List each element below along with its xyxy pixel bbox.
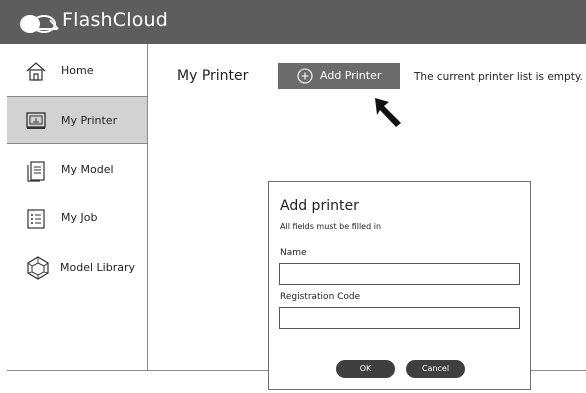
sidebar-item-home[interactable]: Home <box>7 48 147 96</box>
plus-circle-icon <box>297 68 313 84</box>
ok-button[interactable]: OK <box>336 360 395 378</box>
name-field-label: Name <box>280 248 307 258</box>
document-icon <box>27 161 45 182</box>
mouse-pointer-icon <box>375 98 401 127</box>
sidebar-item-my-model[interactable]: My Model <box>7 144 147 192</box>
dialog-subtitle: All fields must be filled in <box>280 222 382 231</box>
registration-code-field[interactable] <box>279 307 520 329</box>
printer-icon <box>26 112 46 129</box>
add-printer-dialog: Add printer All fields must be filled in… <box>268 181 531 390</box>
sidebar-item-my-job[interactable]: My Job <box>7 194 147 242</box>
registration-code-field-label: Registration Code <box>280 292 361 302</box>
list-icon <box>27 209 45 229</box>
sidebar-item-label: My Printer <box>61 114 118 127</box>
dialog-title: Add printer <box>280 198 359 214</box>
top-bar: FlashCloud <box>0 0 586 44</box>
sidebar-item-label: Home <box>61 64 94 77</box>
sidebar-item-label: Model Library <box>60 261 135 274</box>
home-icon <box>26 62 46 81</box>
add-printer-button[interactable]: Add Printer <box>278 63 400 89</box>
sidebar-item-my-printer[interactable]: My Printer <box>7 96 147 144</box>
app-title: FlashCloud <box>62 9 169 31</box>
sidebar-item-label: My Job <box>61 211 98 224</box>
sidebar-item-model-library[interactable]: Model Library <box>7 245 147 293</box>
cancel-button[interactable]: Cancel <box>406 360 465 378</box>
sidebar-item-label: My Model <box>61 163 114 176</box>
cloud-logo-icon <box>20 15 59 33</box>
sidebar: Home My Printer My Model My Job Model Li… <box>7 44 148 370</box>
empty-list-message: The current printer list is empty. I <box>414 71 586 83</box>
model-library-icon <box>27 256 49 280</box>
add-printer-label: Add Printer <box>320 69 382 82</box>
name-field[interactable] <box>279 263 520 285</box>
page-title: My Printer <box>177 68 249 84</box>
